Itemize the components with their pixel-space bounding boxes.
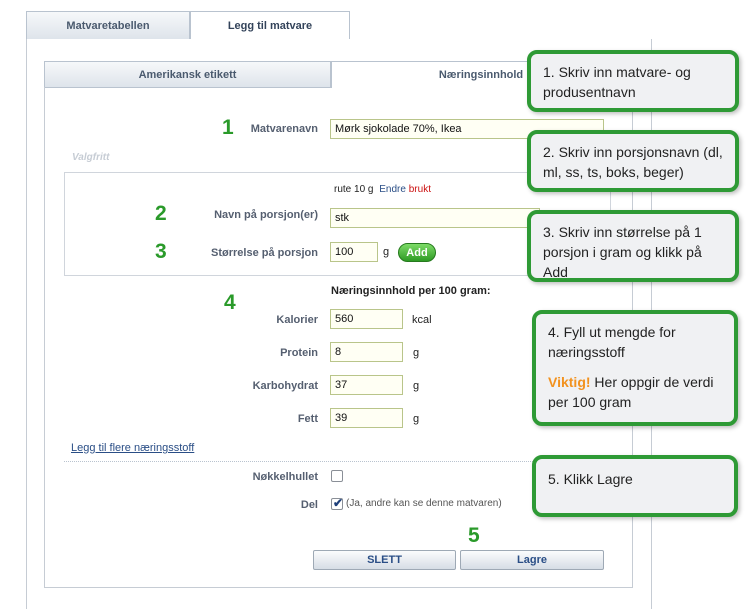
- step-number-4: 4: [224, 291, 236, 314]
- fat-input[interactable]: [330, 408, 403, 428]
- nutrient-label: Karbohydrat: [252, 380, 318, 392]
- step-number-2: 2: [155, 202, 167, 225]
- protein-input[interactable]: [330, 342, 403, 362]
- portion-name-input[interactable]: [330, 208, 540, 228]
- keyhole-checkbox[interactable]: [331, 470, 343, 482]
- delete-button[interactable]: SLETT: [313, 550, 456, 570]
- nutrient-unit: g: [413, 380, 420, 392]
- callout-text: 5. Klikk Lagre: [548, 471, 633, 487]
- tab-label: Amerikansk etikett: [138, 69, 237, 81]
- important-label: Viktig!: [548, 374, 591, 390]
- tab-legg-til-matvare[interactable]: Legg til matvare: [190, 11, 350, 40]
- share-description: (Ja, andre kan se denne matvaren): [346, 498, 502, 509]
- use-portion-link[interactable]: brukt: [409, 184, 431, 195]
- callout-step-2: 2. Skriv inn porsjonsnavn (dl, ml, ss, t…: [527, 130, 739, 192]
- callout-step-5: 5. Klikk Lagre: [532, 455, 738, 517]
- callout-text: 2. Skriv inn porsjonsnavn (dl, ml, ss, t…: [543, 144, 723, 180]
- callout-step-3: 3. Skriv inn størrelse på 1 porsjon i gr…: [527, 210, 739, 282]
- keyhole-label: Nøkkelhullet: [252, 471, 318, 483]
- nutrition-header: Næringsinnhold per 100 gram:: [331, 285, 491, 297]
- tab-label: Matvaretabellen: [66, 20, 150, 32]
- add-portion-button[interactable]: Add: [398, 243, 436, 262]
- save-button[interactable]: Lagre: [460, 550, 604, 570]
- edit-portion-link[interactable]: Endre: [379, 184, 406, 195]
- nutrient-label: Fett: [297, 413, 318, 425]
- portion-info: rute 10 g Endre brukt: [334, 184, 431, 195]
- optional-heading: Valgfritt: [72, 152, 110, 163]
- food-name-label: Matvarenavn: [250, 123, 318, 135]
- tab-matvaretabellen[interactable]: Matvaretabellen: [26, 11, 190, 40]
- checkmark-icon: ✔: [333, 496, 344, 510]
- step-number-3: 3: [155, 240, 167, 263]
- callout-text: 4. Fyll ut mengde for næringsstoff: [548, 324, 676, 360]
- portion-info-text: rute 10 g: [334, 184, 374, 195]
- callout-step-1: 1. Skriv inn matvare- og produsentnavn: [527, 50, 739, 112]
- callout-step-4: 4. Fyll ut mengde for næringsstoff Vikti…: [532, 310, 738, 426]
- callout-text: 3. Skriv inn størrelse på 1 porsjon i gr…: [543, 224, 702, 280]
- callout-text: 1. Skriv inn matvare- og produsentnavn: [543, 64, 691, 100]
- nutrient-unit: g: [413, 347, 420, 359]
- calories-input[interactable]: [330, 309, 403, 329]
- tab-amerikansk-etikett[interactable]: Amerikansk etikett: [44, 61, 331, 88]
- callout-important-note: Viktig! Her oppgir de verdi per 100 gram: [548, 372, 722, 412]
- nutrient-label: Kalorier: [276, 314, 318, 326]
- portion-size-label: Størrelse på porsjon: [211, 247, 318, 259]
- tab-label: Legg til matvare: [227, 20, 313, 32]
- tab-label: Næringsinnhold: [438, 69, 524, 81]
- add-more-nutrients-link[interactable]: Legg til flere næringsstoff: [71, 442, 194, 454]
- separator: [64, 461, 609, 462]
- nutrient-label: Protein: [280, 347, 318, 359]
- portion-size-unit: g: [383, 246, 390, 258]
- share-label: Del: [300, 499, 318, 511]
- portion-name-label: Navn på porsjon(er): [214, 209, 318, 221]
- step-number-5: 5: [468, 524, 480, 547]
- portion-size-input[interactable]: [330, 242, 378, 262]
- nutrient-unit: kcal: [412, 314, 432, 326]
- carbohydrate-input[interactable]: [330, 375, 403, 395]
- nutrient-unit: g: [413, 413, 420, 425]
- share-checkbox[interactable]: ✔: [331, 496, 344, 510]
